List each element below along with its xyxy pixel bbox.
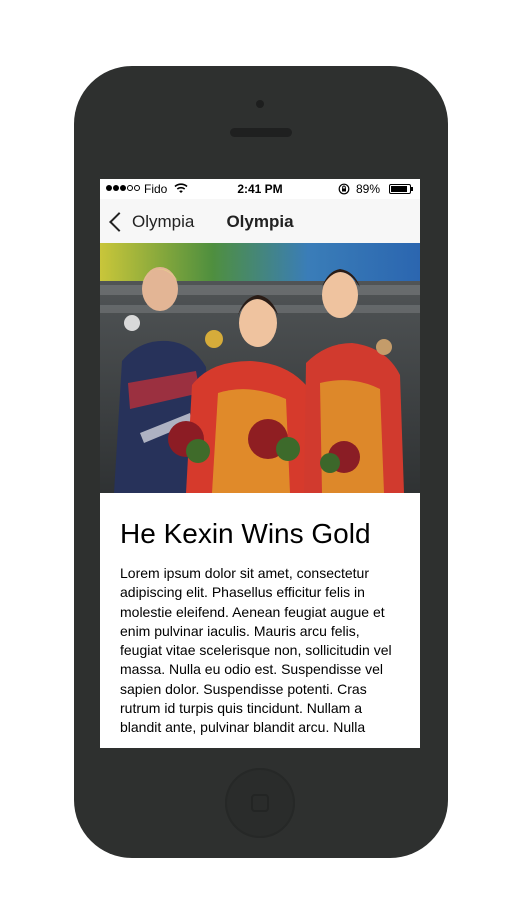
battery-percentage: 89% [356,182,381,196]
nav-title: Olympia [226,212,294,231]
navigation-bar: Olympia Olympia [100,199,420,243]
chevron-left-icon [109,212,129,232]
home-button[interactable] [225,768,295,838]
article-body: Lorem ipsum dolor sit amet, consectetur … [120,565,392,736]
article-headline: He Kexin Wins Gold [120,518,371,549]
home-button-icon [251,794,269,812]
back-button-label: Olympia [132,212,195,231]
phone-screen: Fido 2:41 PM 89% Olympia Olympia He Kexi… [100,179,420,748]
earpiece-speaker [230,128,292,137]
article-hero-image [100,243,420,493]
status-bar: Fido 2:41 PM 89% [100,179,420,199]
front-camera [256,100,264,108]
back-button[interactable]: Olympia [106,207,194,237]
article-content: He Kexin Wins Gold Lorem ipsum dolor sit… [120,493,402,738]
battery-icon [389,184,413,194]
orientation-lock-icon [338,183,350,198]
